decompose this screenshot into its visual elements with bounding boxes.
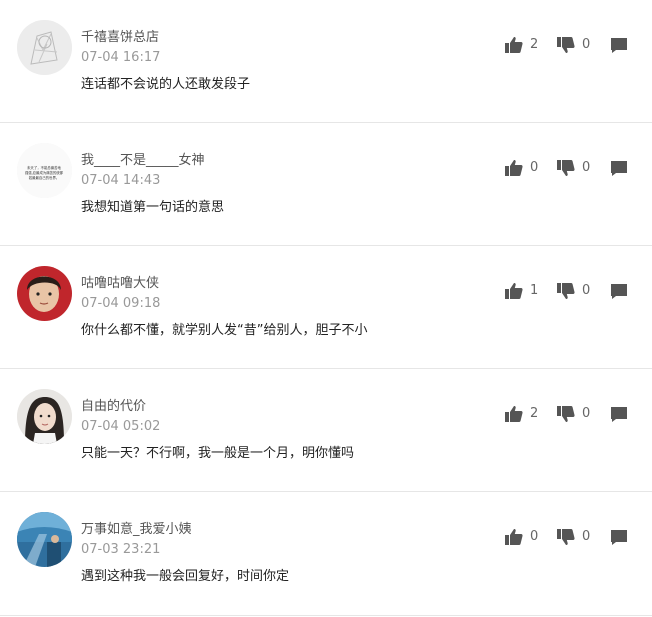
dislike-button[interactable]: 0 — [557, 34, 590, 56]
dislike-count: 0 — [582, 529, 591, 544]
comment-actions: 2 0 — [0, 34, 652, 56]
comment-actions: 2 0 — [0, 403, 652, 425]
comment-text: 只能一天？不行啊，我一般是一个月，明你懂吗 — [81, 446, 355, 461]
like-button[interactable]: 2 — [505, 34, 538, 56]
like-button[interactable]: 0 — [505, 526, 538, 548]
like-count: 1 — [530, 283, 539, 298]
comment-text: 连话都不会说的人还敢发段子 — [81, 77, 251, 92]
like-button[interactable]: 1 — [505, 280, 538, 302]
dislike-count: 0 — [582, 160, 591, 175]
dislike-button[interactable]: 0 — [557, 280, 590, 302]
comment-item: 千禧喜饼总店 07-04 16:17 连话都不会说的人还敢发段子 2 0 — [0, 0, 652, 123]
comment-icon — [610, 405, 628, 423]
comment-item: 自由的代价 07-04 05:02 只能一天？不行啊，我一般是一个月，明你懂吗 … — [0, 369, 652, 492]
thumbs-down-icon — [557, 36, 575, 54]
like-button[interactable]: 2 — [505, 403, 538, 425]
thumbs-up-icon — [505, 159, 523, 177]
reply-button[interactable] — [610, 280, 628, 302]
thumbs-up-icon — [505, 282, 523, 300]
comment-icon — [610, 159, 628, 177]
like-count: 2 — [530, 406, 539, 421]
like-count: 0 — [530, 529, 539, 544]
comment-list: 千禧喜饼总店 07-04 16:17 连话都不会说的人还敢发段子 2 0 未天了… — [0, 0, 652, 616]
dislike-button[interactable]: 0 — [557, 403, 590, 425]
comment-item: 咕噜咕噜大侠 07-04 09:18 你什么都不懂，就学别人发“昔”给别人，胆子… — [0, 246, 652, 369]
dislike-count: 0 — [582, 283, 591, 298]
comment-text: 我想知道第一句话的意思 — [81, 200, 225, 215]
comment-item: 万事如意_我爱小姨 07-03 23:21 遇到这种我一般会回复好，时间你定 0… — [0, 492, 652, 616]
thumbs-up-icon — [505, 528, 523, 546]
reply-button[interactable] — [610, 157, 628, 179]
thumbs-down-icon — [557, 159, 575, 177]
reply-button[interactable] — [610, 403, 628, 425]
reply-button[interactable] — [610, 526, 628, 548]
like-count: 0 — [530, 160, 539, 175]
thumbs-up-icon — [505, 36, 523, 54]
reply-button[interactable] — [610, 34, 628, 56]
comment-icon — [610, 528, 628, 546]
dislike-button[interactable]: 0 — [557, 157, 590, 179]
comment-icon — [610, 282, 628, 300]
comment-icon — [610, 36, 628, 54]
comment-text: 你什么都不懂，就学别人发“昔”给别人，胆子不小 — [81, 323, 368, 338]
like-button[interactable]: 0 — [505, 157, 538, 179]
dislike-count: 0 — [582, 406, 591, 421]
comment-text: 遇到这种我一般会回复好，时间你定 — [81, 569, 290, 584]
thumbs-down-icon — [557, 528, 575, 546]
like-count: 2 — [530, 37, 539, 52]
dislike-count: 0 — [582, 37, 591, 52]
dislike-button[interactable]: 0 — [557, 526, 590, 548]
comment-item: 未天了，不能总痛苦地 强强,应最成为痛苦的统那 若最最自己的世界。 我____不… — [0, 123, 652, 246]
thumbs-down-icon — [557, 282, 575, 300]
comment-actions: 0 0 — [0, 157, 652, 179]
thumbs-down-icon — [557, 405, 575, 423]
thumbs-up-icon — [505, 405, 523, 423]
comment-actions: 0 0 — [0, 526, 652, 548]
comment-actions: 1 0 — [0, 280, 652, 302]
